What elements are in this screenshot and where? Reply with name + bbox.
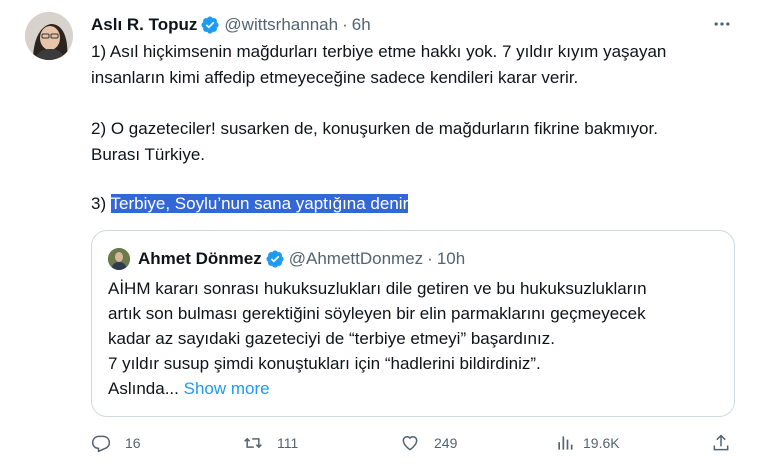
author-name[interactable]: Aslı R. Topuz — [91, 15, 197, 35]
tweet-header: Aslı R. Topuz @wittsrhannah · 6h — [91, 14, 371, 36]
quoted-author-handle[interactable]: @AhmettDonmez — [289, 249, 423, 269]
author-handle[interactable]: @wittsrhannah — [224, 15, 338, 35]
more-options-icon[interactable] — [708, 12, 736, 36]
retweet-button[interactable]: 111 — [243, 428, 298, 458]
retweet-count: 111 — [277, 435, 299, 451]
tweet-time[interactable]: 6h — [352, 15, 371, 35]
quoted-header: Ahmet Dönmez @AhmettDonmez · 10h — [138, 248, 465, 270]
line-prefix: 3) — [91, 194, 111, 213]
quoted-text-line: AİHM kararı sonrası hukuksuzlukları dile… — [108, 279, 647, 298]
show-more-link[interactable]: Show more — [184, 379, 270, 398]
share-button[interactable] — [711, 428, 731, 458]
quoted-text-line: Aslında... Show more — [108, 377, 270, 401]
tweet-actions: 16 111 249 19.6K — [91, 428, 740, 458]
quoted-text-line: 7 yıldır susup şimdi konuştukları için “… — [108, 354, 541, 373]
separator-dot: · — [342, 15, 348, 34]
quoted-text-line: kadar az sayıdaki gazeteciyi de “terbiye… — [108, 329, 555, 348]
tweet-text-line: insanların kimi affedip etmeyeceğine sad… — [91, 68, 579, 87]
selected-text: Terbiye, Soylu’nun sana yaptığına denir — [110, 194, 409, 213]
reply-button[interactable]: 16 — [91, 428, 141, 458]
quoted-tweet[interactable]: Ahmet Dönmez @AhmettDonmez · 10h AİHM ka… — [91, 230, 735, 417]
view-count: 19.6K — [583, 435, 620, 451]
tweet-text-line: 3) Terbiye, Soylu’nun sana yaptığına den… — [91, 192, 409, 216]
reply-count: 16 — [125, 435, 141, 451]
like-button[interactable]: 249 — [400, 428, 457, 458]
views-icon — [558, 436, 573, 450]
quoted-author-avatar[interactable] — [108, 248, 130, 270]
reply-icon — [91, 435, 111, 453]
quoted-tweet-time[interactable]: 10h — [437, 249, 465, 269]
tweet-text-line: Burası Türkiye. — [91, 145, 206, 164]
verified-badge-icon — [201, 16, 219, 34]
verified-badge-icon — [266, 250, 284, 268]
share-icon — [713, 434, 729, 451]
quoted-text-line: artık son bulması gerektiğini söyleyen b… — [108, 304, 646, 323]
quoted-author-name[interactable]: Ahmet Dönmez — [138, 249, 262, 269]
views-button[interactable]: 19.6K — [555, 428, 620, 458]
author-avatar[interactable] — [25, 12, 73, 60]
like-icon — [402, 436, 418, 451]
separator-dot: · — [427, 249, 433, 268]
tweet-text-line: 2) O gazeteciler! susarken de, konuşurke… — [91, 119, 658, 138]
like-count: 249 — [434, 435, 458, 451]
retweet-icon — [244, 437, 262, 449]
truncated-text: Aslında... — [108, 379, 179, 398]
tweet[interactable]: Aslı R. Topuz @wittsrhannah · 6h 1) Asıl… — [0, 0, 760, 470]
tweet-text-line: 1) Asıl hiçkimsenin mağdurları terbiye e… — [91, 42, 667, 61]
